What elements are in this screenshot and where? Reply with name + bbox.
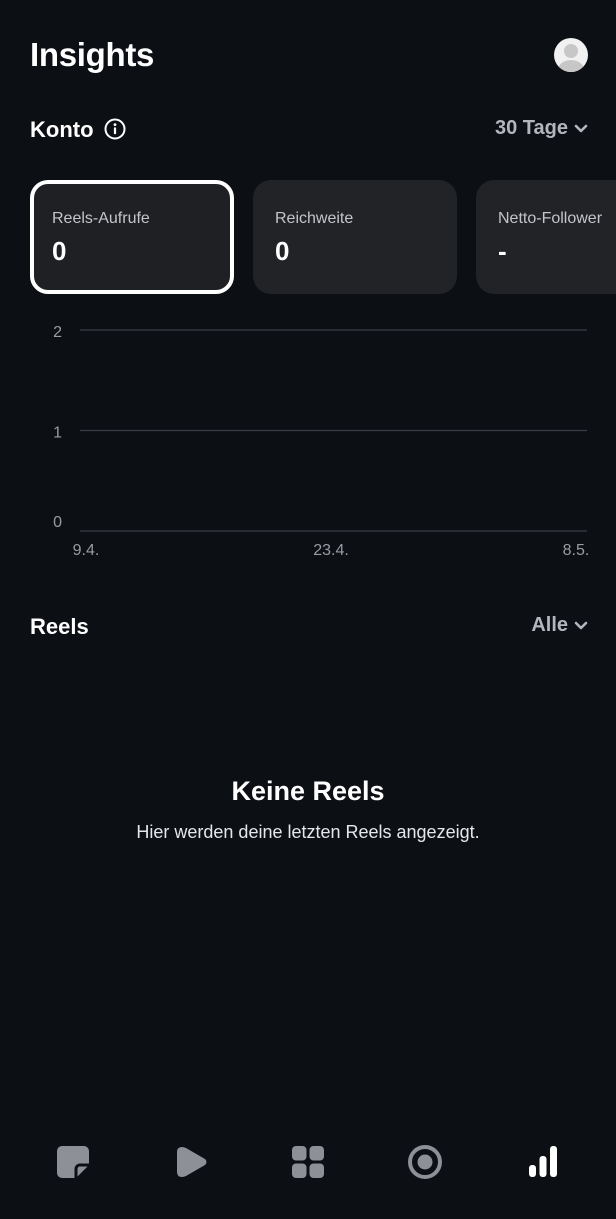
x-tick-label: 8.5. [563, 542, 590, 559]
insights-bars-icon [529, 1146, 557, 1177]
metric-card-label: Reels-Aufrufe [52, 210, 150, 227]
avatar[interactable] [554, 38, 588, 72]
tab-reels[interactable] [167, 1138, 215, 1186]
y-tick-label: 0 [53, 514, 62, 531]
reels-section-header: Reels Alle [30, 612, 588, 642]
chevron-down-icon [574, 621, 588, 629]
y-tick-label: 1 [53, 425, 62, 442]
x-tick-label: 23.4. [313, 542, 349, 559]
x-tick-label: 9.4. [73, 542, 100, 559]
tab-record[interactable] [401, 1138, 449, 1186]
reels-filter-dropdown[interactable]: Alle [531, 614, 588, 637]
metric-card-net-followers[interactable]: Netto-Follower - [476, 180, 616, 294]
tab-posts[interactable] [49, 1138, 97, 1186]
reels-play-icon [177, 1147, 207, 1177]
metric-card-label: Netto-Follower [498, 210, 603, 227]
range-value: 30 Tage [495, 117, 568, 139]
metric-card-value: 0 [275, 236, 290, 266]
insights-screen: Insights Konto 30 Tage Reels-Aufrufe 0 R… [0, 0, 616, 1219]
posts-icon [57, 1146, 89, 1178]
metric-card-value: 0 [52, 236, 67, 266]
empty-state-title: Keine Reels [231, 776, 385, 806]
range-dropdown[interactable]: 30 Tage [495, 117, 588, 140]
metric-card-reach[interactable]: Reichweite 0 [253, 180, 457, 294]
header: Insights [30, 30, 588, 80]
reels-label: Reels [30, 614, 89, 639]
reels-views-chart: 0 1 2 9.4. 23.4. 8.5. [53, 324, 590, 559]
tab-insights[interactable] [519, 1138, 567, 1186]
bottom-tab-bar [0, 1130, 616, 1194]
avatar-head [564, 44, 578, 58]
info-icon[interactable] [104, 118, 126, 140]
metric-cards: Reels-Aufrufe 0 Reichweite 0 Netto-Follo… [30, 180, 616, 296]
metric-card-reels-views[interactable]: Reels-Aufrufe 0 [30, 180, 234, 294]
account-label: Konto [30, 117, 94, 142]
page-title: Insights [30, 36, 155, 73]
chevron-down-icon [574, 124, 588, 132]
avatar-body [558, 60, 584, 72]
reels-filter-value: Alle [531, 614, 568, 636]
empty-state-subtitle: Hier werden deine letzten Reels angezeig… [136, 822, 480, 842]
record-icon [408, 1145, 442, 1179]
account-section-header: Konto 30 Tage [30, 115, 588, 145]
metric-card-value: - [498, 236, 507, 266]
y-tick-label: 2 [53, 324, 62, 341]
tab-grid[interactable] [284, 1138, 332, 1186]
metric-card-label: Reichweite [275, 210, 354, 227]
grid-icon [292, 1146, 324, 1178]
